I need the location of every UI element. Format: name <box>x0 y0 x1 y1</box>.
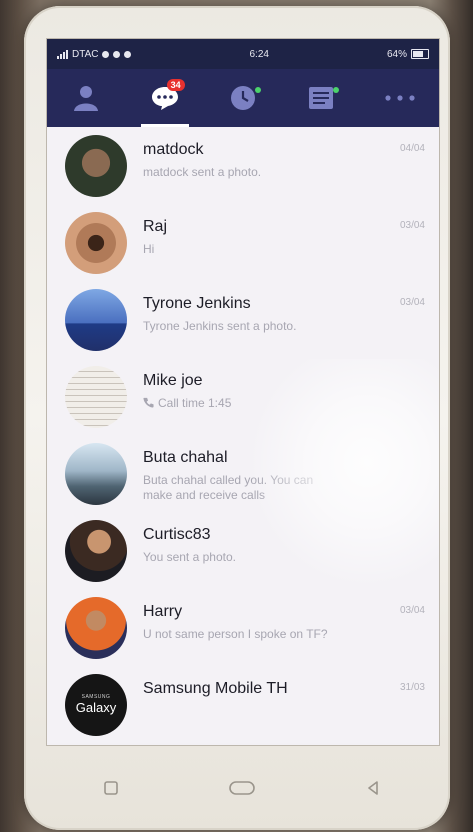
message-preview-line2: make and receive calls <box>143 487 266 502</box>
signal-icon <box>57 49 68 59</box>
message-date: 03/04 <box>399 297 425 308</box>
tab-news[interactable] <box>291 69 351 127</box>
new-indicator-dot <box>333 87 340 93</box>
message-preview: Hi <box>143 241 155 256</box>
contact-name: Samsung Mobile TH <box>143 679 288 697</box>
carrier-label: DTAC <box>72 48 99 60</box>
chat-item[interactable]: Buta chahal Buta chahal called you. You … <box>47 435 439 512</box>
contact-name: Raj <box>143 217 168 235</box>
message-date: 03/04 <box>399 605 425 616</box>
avatar <box>65 519 127 582</box>
phone-screen: DTAC 6:24 64% 34 matdock matdock sent a … <box>46 38 440 746</box>
message-preview: U not same person I spoke on TF? <box>143 626 328 641</box>
tab-more[interactable] <box>370 69 430 127</box>
avatar-text: Galaxy <box>75 700 117 715</box>
chat-list: matdock matdock sent a photo. 04/04 Raj … <box>47 127 439 743</box>
back-key[interactable] <box>353 773 393 803</box>
call-time-text: Call time 1:45 <box>158 395 232 410</box>
message-preview: Tyrone Jenkins sent a photo. <box>143 318 297 333</box>
message-preview: Call time 1:45 <box>143 395 231 411</box>
message-date: 04/04 <box>399 143 425 154</box>
wifi-icon <box>102 50 110 58</box>
message-date: 03/04 <box>399 220 425 231</box>
contact-name: Tyrone Jenkins <box>143 294 251 312</box>
avatar <box>65 288 127 351</box>
tab-friends[interactable] <box>56 69 116 127</box>
hardware-nav-keys <box>46 760 438 816</box>
battery-icon <box>411 49 429 59</box>
friends-icon <box>74 86 99 111</box>
tab-chats[interactable]: 34 <box>135 69 195 127</box>
tab-bar: 34 <box>47 69 439 127</box>
unread-badge: 34 <box>166 79 185 91</box>
message-date: 31/03 <box>399 682 425 693</box>
notification-icon <box>113 50 121 58</box>
back-icon <box>367 781 378 795</box>
chat-item[interactable]: matdock matdock sent a photo. 04/04 <box>47 127 439 204</box>
contact-name: Curtisc83 <box>143 525 211 543</box>
message-preview: You sent a photo. <box>143 549 236 564</box>
timeline-icon <box>230 86 255 110</box>
avatar <box>65 134 127 197</box>
phone-icon <box>143 397 154 408</box>
battery-percent: 64% <box>386 48 407 60</box>
more-icon <box>385 95 415 101</box>
avatar <box>65 365 127 428</box>
avatar <box>65 442 127 505</box>
chat-item[interactable]: Tyrone Jenkins Tyrone Jenkins sent a pho… <box>47 281 439 358</box>
chat-item[interactable]: Mike joe Call time 1:45 <box>47 358 439 435</box>
square-icon <box>104 781 119 795</box>
new-indicator-dot <box>254 87 261 93</box>
status-bar: DTAC 6:24 64% <box>47 39 439 69</box>
recent-apps-key[interactable] <box>91 773 131 803</box>
contact-name: Harry <box>143 602 183 620</box>
chat-item[interactable]: Raj Hi 03/04 <box>47 204 439 281</box>
contact-name: Buta chahal <box>143 448 228 466</box>
home-icon <box>229 781 255 795</box>
notification-icon <box>124 50 132 58</box>
avatar <box>65 211 127 274</box>
clock: 6:24 <box>249 48 269 60</box>
chat-item[interactable]: Harry U not same person I spoke on TF? 0… <box>47 589 439 666</box>
contact-name: Mike joe <box>143 371 203 389</box>
message-preview: matdock sent a photo. <box>143 164 262 179</box>
avatar: SAMSUNG Galaxy <box>65 673 127 736</box>
news-icon <box>309 87 334 109</box>
avatar <box>65 596 127 659</box>
message-preview: Buta chahal called you. You can <box>143 472 314 487</box>
chat-item[interactable]: Curtisc83 You sent a photo. <box>47 512 439 589</box>
contact-name: matdock <box>143 140 204 158</box>
home-key[interactable] <box>222 773 262 803</box>
chat-item[interactable]: SAMSUNG Galaxy Samsung Mobile TH 31/03 <box>47 666 439 743</box>
tab-timeline[interactable] <box>213 69 273 127</box>
